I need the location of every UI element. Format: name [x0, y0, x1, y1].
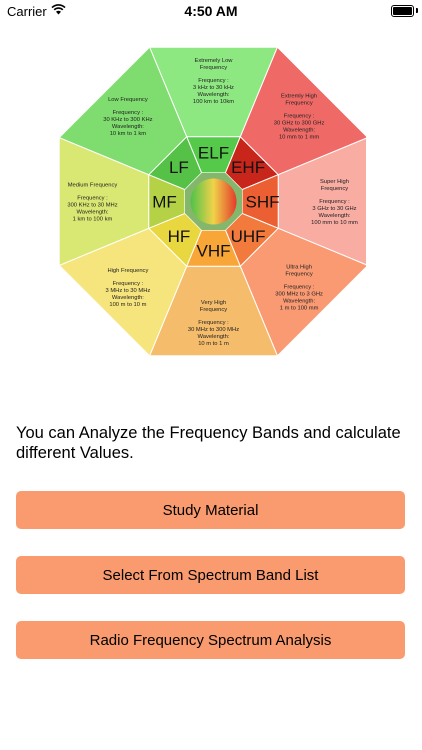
band-name-elf-1: Frequency	[200, 65, 227, 71]
status-bar: Carrier 4:50 AM	[0, 0, 422, 22]
band-wave-label-uhf: Wavelength:	[283, 299, 315, 305]
band-abbr-uhf: UHF	[231, 227, 266, 246]
band-wave-hf: 100 m to 10 m	[109, 302, 146, 308]
band-freq-uhf: 300 MHz to 3 GHz	[275, 292, 323, 298]
band-wave-label-ehf: Wavelength:	[283, 127, 315, 133]
band-abbr-elf: ELF	[198, 144, 229, 163]
band-name-ehf-1: Frequency	[285, 100, 312, 106]
band-abbr-lf: LF	[169, 158, 189, 177]
band-name-shf: Super High	[320, 179, 349, 185]
band-name-ehf: Extremly High	[281, 93, 317, 99]
intro-text: You can Analyze the Frequency Bands and …	[16, 424, 401, 462]
band-wave-elf: 100 km to 10km	[193, 99, 234, 105]
band-freq-elf: 3 kHz to 30 kHz	[193, 85, 234, 91]
band-freq-label-uhf: Frequency :	[284, 285, 315, 291]
band-freq-label-elf: Frequency :	[198, 78, 229, 84]
band-name-hf: High Frequency	[107, 268, 148, 274]
band-freq-ehf: 30 GHz to 300 GHz	[274, 120, 325, 126]
battery-cap	[416, 8, 418, 13]
band-wave-shf: 100 mm to 10 mm	[311, 220, 358, 226]
band-freq-mf: 300 KHz to 30 MHz	[67, 203, 117, 209]
band-wave-lf: 10 km to 1 km	[110, 131, 147, 137]
band-freq-label-ehf: Frequency :	[284, 113, 315, 119]
band-abbr-shf: SHF	[246, 193, 280, 212]
band-wave-label-lf: Wavelength:	[112, 124, 144, 130]
band-wave-ehf: 10 mm to 1 mm	[279, 134, 319, 140]
band-abbr-mf: MF	[152, 193, 177, 212]
band-abbr-vhf: VHF	[197, 242, 231, 261]
clock: 4:50 AM	[184, 3, 238, 19]
band-wave-mf: 1 km to 100 km	[73, 217, 113, 223]
band-wave-label-vhf: Wavelength:	[197, 334, 229, 340]
band-name-elf: Extremely Low	[194, 58, 233, 64]
band-freq-label-mf: Frequency :	[77, 196, 108, 202]
band-freq-lf: 30 KHz to 300 KHz	[103, 117, 152, 123]
band-abbr-ehf: EHF	[231, 158, 265, 177]
band-name-mf: Medium Frequency	[68, 183, 118, 189]
band-abbr-hf: HF	[168, 227, 191, 246]
band-freq-label-hf: Frequency :	[113, 281, 144, 287]
band-freq-label-shf: Frequency :	[319, 199, 350, 205]
band-name-vhf-1: Frequency	[200, 307, 227, 313]
spectrum-band-list-button[interactable]: Select From Spectrum Band List	[16, 556, 405, 594]
band-name-uhf: Ultra High	[286, 265, 312, 271]
chart-hub	[190, 178, 237, 225]
band-freq-hf: 3 MHz to 30 MHz	[106, 288, 151, 294]
band-freq-vhf: 30 MHz to 300 MHz	[188, 327, 239, 333]
frequency-band-chart: ELFExtremely LowFrequencyFrequency :3 kH…	[58, 47, 366, 357]
band-name-uhf-1: Frequency	[285, 272, 312, 278]
band-wave-label-mf: Wavelength:	[76, 210, 108, 216]
band-wave-uhf: 1 m to 100 mm	[280, 306, 319, 312]
band-freq-shf: 3 GHz to 30 GHz	[312, 206, 356, 212]
band-name-shf-1: Frequency	[321, 186, 348, 192]
band-name-lf: Low Frequency	[108, 97, 148, 103]
study-material-button[interactable]: Study Material	[16, 491, 405, 529]
band-wave-vhf: 10 m to 1 m	[198, 341, 229, 347]
band-name-vhf: Very High	[201, 300, 226, 306]
band-freq-label-lf: Frequency :	[113, 110, 144, 116]
band-freq-label-vhf: Frequency :	[198, 320, 229, 326]
spectrum-analysis-button[interactable]: Radio Frequency Spectrum Analysis	[16, 621, 405, 659]
band-wave-label-shf: Wavelength:	[318, 213, 350, 219]
band-wave-label-hf: Wavelength:	[112, 295, 144, 301]
band-wave-label-elf: Wavelength:	[197, 92, 229, 98]
battery-icon	[391, 5, 414, 17]
